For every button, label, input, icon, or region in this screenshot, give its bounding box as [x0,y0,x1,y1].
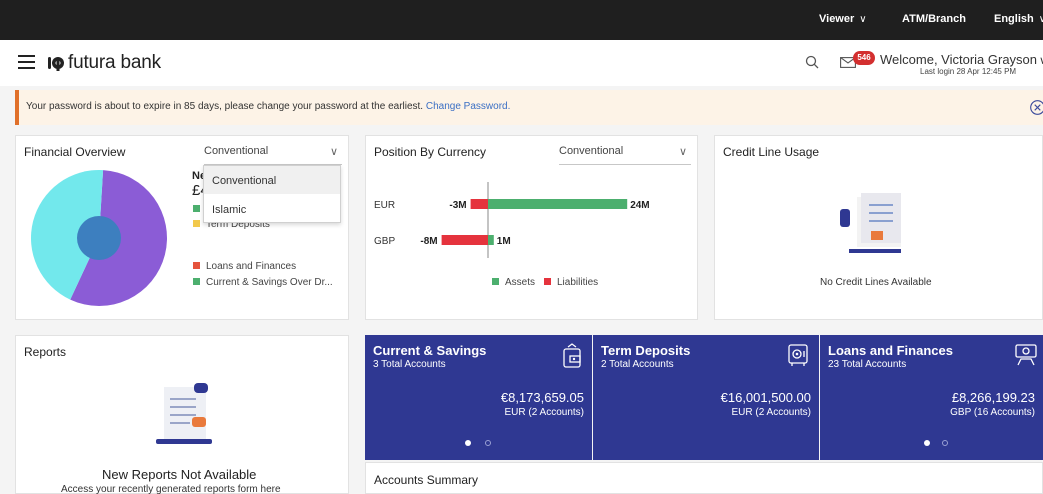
position-by-currency-card: Position By Currency Conventional ∨ EUR -… [365,135,698,320]
welcome-text: Welcome, Victoria Grayson [880,52,1038,67]
user-menu[interactable]: Welcome, Victoria Grayson∨ [880,52,1043,67]
legend-assets: Assets [492,277,535,288]
legend-swatch [193,262,200,269]
language-selector[interactable]: English ∨ [994,13,1043,25]
bar-value-label: -3M [449,200,466,211]
change-password-link[interactable]: Change Password. [426,101,511,112]
safe-icon [788,344,808,366]
alert-text: Your password is about to expire in 85 d… [26,101,510,112]
card-title: Credit Line Usage [723,145,820,159]
select-value: Conventional [204,145,269,157]
tile-amount: £8,266,199.23 [951,390,1035,405]
tile-currency-summary: EUR (2 Accounts) [731,407,811,418]
carousel-dot[interactable] [485,440,491,446]
carousel-dot-active[interactable] [465,440,471,446]
card-title: Position By Currency [374,145,487,159]
accounts-summary-card: Accounts Summary [365,462,1043,494]
no-credit-lines-text: No Credit Lines Available [820,277,932,288]
pbc-type-select[interactable]: Conventional ∨ [559,143,691,165]
tile-amount: €16,001,500.00 [720,390,811,405]
notification-badge[interactable]: 546 [853,51,875,65]
alert-message: Your password is about to expire in 85 d… [26,101,424,112]
pie-center [77,216,121,260]
tile-currency-summary: EUR (2 Accounts) [504,407,584,418]
category-label: GBP [374,236,395,247]
app-header: futura bank 546 Welcome, Victoria Grayso… [0,40,1043,86]
legend-loans: Loans and Finances [193,261,296,272]
bar-liabilities[interactable] [470,199,488,209]
credit-document-illustration-icon [840,193,901,253]
financial-overview-card: Financial Overview Conventional ∨ Ne £4 … [15,135,349,320]
atm-branch-link[interactable]: ATM/Branch [902,13,966,25]
chevron-down-icon: ∨ [1039,55,1043,67]
bar-liabilities[interactable] [441,235,488,245]
reports-card: Reports New Reports Not Available Access… [15,335,349,494]
loan-icon [1015,344,1037,366]
legend-swatch [193,220,200,227]
close-icon[interactable] [1030,100,1043,115]
credit-line-usage-card: Credit Line Usage No Credit Lines Availa… [714,135,1043,320]
financial-pie-chart [31,170,167,306]
search-icon[interactable] [805,55,819,69]
currency-bar-chart: EUR -3M 24M GBP -8M 1M [374,182,650,258]
role-label: Viewer [819,13,855,25]
legend-swatch [492,278,499,285]
bar-assets[interactable] [488,235,494,245]
legend-label: Current & Savings Over Dr... [206,277,333,288]
card-title: Reports [24,345,67,359]
role-selector[interactable]: Viewer ∨ [819,13,867,25]
language-label: English [994,13,1034,25]
carousel-dot-active[interactable] [924,440,930,446]
legend-swatch [193,278,200,285]
no-reports-title: New Reports Not Available [102,467,257,482]
bar-assets[interactable] [488,199,628,209]
last-login-text: Last login 28 Apr 12:45 PM [920,67,1017,76]
account-tile-current-savings[interactable]: Current & Savings 3 Total Accounts €8,17… [365,335,592,460]
legend-swatch [544,278,551,285]
tile-account-count: 23 Total Accounts [828,359,907,370]
report-document-illustration-icon [156,383,212,444]
no-reports-subtitle: Access your recently generated reports f… [61,484,281,494]
wallet-icon [563,343,581,368]
category-label: EUR [374,200,395,211]
legend-label: Assets [505,277,536,288]
tile-account-count: 3 Total Accounts [373,359,446,370]
bar-value-label: 1M [497,236,511,247]
card-title: Accounts Summary [374,473,479,487]
chevron-down-icon: ∨ [329,146,338,158]
brand-name[interactable]: futura bank [68,52,161,74]
fo-type-dropdown: Conventional Islamic [203,165,341,223]
tile-title: Loans and Finances [828,343,953,358]
fo-type-select[interactable]: Conventional ∨ [204,143,342,165]
option-conventional[interactable]: Conventional [204,166,340,194]
tile-currency-summary: GBP (16 Accounts) [950,407,1035,418]
legend-liabilities: Liabilities [544,277,598,288]
account-tile-term-deposits[interactable]: Term Deposits 2 Total Accounts €16,001,5… [593,335,819,460]
legend-swatch [193,205,200,212]
chevron-down-icon: ∨ [678,146,687,158]
tile-title: Current & Savings [373,343,487,358]
tile-account-count: 2 Total Accounts [601,359,674,370]
account-tile-loans-finances[interactable]: Loans and Finances 23 Total Accounts £8,… [820,335,1043,460]
legend-current-savings: Current & Savings Over Dr... [193,277,333,288]
menu-icon[interactable] [18,55,35,69]
chevron-down-icon: ∨ [859,14,867,25]
tile-amount: €8,173,659.05 [500,390,584,405]
legend-label: Loans and Finances [206,261,297,272]
top-bar: Viewer ∨ ATM/Branch English ∨ [0,0,1043,40]
chevron-down-icon: ∨ [1038,14,1043,25]
bar-value-label: 24M [630,200,649,211]
carousel-dot[interactable] [942,440,948,446]
bar-value-label: -8M [420,236,437,247]
tile-title: Term Deposits [601,343,691,358]
legend-label: Liabilities [557,277,599,288]
select-value: Conventional [559,145,624,157]
option-islamic[interactable]: Islamic [204,195,340,223]
password-expiry-alert: Your password is about to expire in 85 d… [15,90,1043,125]
bank-logo-icon [48,57,64,71]
card-title: Financial Overview [24,145,126,159]
